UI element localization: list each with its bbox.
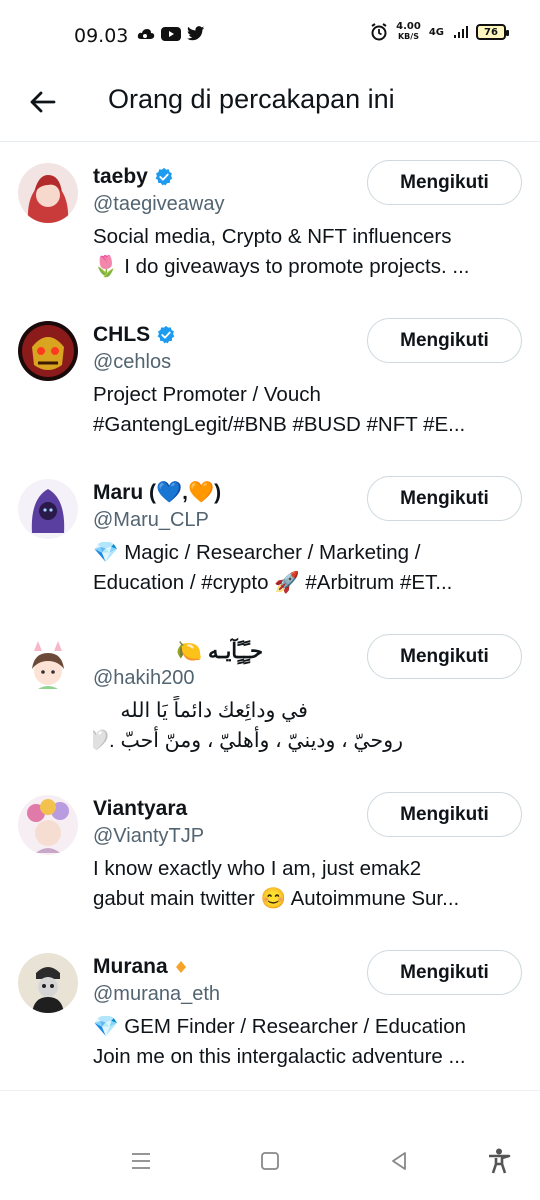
alarm-icon (371, 23, 387, 41)
following-button[interactable]: Mengikuti (367, 634, 522, 679)
following-button[interactable]: Mengikuti (367, 950, 522, 995)
signal-icon (454, 26, 468, 38)
arrow-left-icon (30, 91, 56, 113)
network-speed-value: 4.00 (396, 21, 421, 32)
back-button[interactable] (24, 84, 60, 120)
following-button[interactable]: Mengikuti (367, 792, 522, 837)
orange-diamond-icon (175, 961, 186, 973)
bio-line: Social media, Crypto & NFT influencers (93, 225, 452, 248)
avatar[interactable] (18, 795, 78, 855)
user-bio: Social media, Crypto & NFT influencers 🌷… (93, 222, 518, 282)
user-bio: 💎 Magic / Researcher / Marketing / Educa… (93, 538, 518, 598)
bio-line: I know exactly who I am, just emak2 (93, 857, 422, 880)
verified-badge-icon (155, 167, 173, 186)
app-header: Orang di percakapan ini (0, 70, 540, 142)
user-bio: 💎 GEM Finder / Researcher / Education Jo… (93, 1012, 518, 1072)
battery-level: 76 (484, 26, 498, 38)
bio-line: في ودائِعك دائماً يَا الله (120, 699, 308, 722)
following-button[interactable]: Mengikuti (367, 318, 522, 363)
verified-badge-icon (157, 325, 175, 344)
network-type: 4G (428, 26, 444, 38)
user-item[interactable]: Murana @murana_eth 💎 GEM Finder / Resear… (0, 933, 540, 1091)
user-bio: في ودائِعك دائماً يَا الله روحيّ ، وديني… (93, 696, 518, 756)
square-icon (261, 1152, 279, 1170)
bio-line: Project Promoter / Vouch (93, 383, 321, 406)
user-name: Viantyara (93, 797, 188, 820)
accessibility-button[interactable] (484, 1146, 514, 1176)
notification-icons (137, 26, 205, 41)
avatar[interactable] (18, 163, 78, 223)
network-speed-unit: KB/S (397, 32, 419, 41)
bio-line: Education / #crypto 🚀 #Arbitrum #ET... (93, 571, 453, 594)
user-item[interactable]: taeby @taegiveaway Social media, Crypto … (0, 143, 540, 301)
avatar[interactable] (18, 479, 78, 539)
system-nav-bar (0, 1090, 540, 1200)
twitter-icon (187, 26, 205, 41)
avatar[interactable] (18, 953, 78, 1013)
bio-line: روحيّ ، ودينيّ ، وأهليّ ، ومنّ أحبّ .🤍 (93, 729, 403, 752)
user-name: CHLS (93, 323, 151, 346)
system-icons: 4.00 KB/S 4G 76 (370, 22, 509, 42)
following-button[interactable]: Mengikuti (367, 160, 522, 205)
user-name: حـًٍـًٍآيـه 🍋 (176, 639, 263, 663)
status-time: 09.03 (74, 25, 129, 47)
youtube-icon (161, 26, 181, 41)
avatar[interactable] (18, 637, 78, 697)
user-list: taeby @taegiveaway Social media, Crypto … (0, 143, 540, 1091)
accessibility-icon (489, 1148, 511, 1174)
triangle-back-icon (392, 1152, 406, 1170)
menu-icon (132, 1153, 150, 1169)
page-title: Orang di percakapan ini (108, 84, 395, 114)
user-item[interactable]: CHLS @cehlos Project Promoter / Vouch #G… (0, 301, 540, 459)
bio-line: Join me on this intergalactic adventure … (93, 1045, 466, 1068)
cloud-icon (137, 28, 155, 39)
bio-line: 💎 Magic / Researcher / Marketing / (93, 541, 421, 564)
bio-line: 💎 GEM Finder / Researcher / Education (93, 1015, 467, 1038)
home-button[interactable] (255, 1146, 285, 1176)
bio-line: #GantengLegit/#BNB #BUSD #NFT #E... (93, 413, 466, 436)
back-nav-button[interactable] (384, 1146, 414, 1176)
recent-apps-button[interactable] (126, 1146, 156, 1176)
user-bio: I know exactly who I am, just emak2 gabu… (93, 854, 518, 914)
bio-line: gabut main twitter 😊 Autoimmune Sur... (93, 887, 460, 910)
user-bio: Project Promoter / Vouch #GantengLegit/#… (93, 380, 518, 440)
user-item[interactable]: Viantyara @ViantyTJP I know exactly who … (0, 775, 540, 933)
following-button[interactable]: Mengikuti (367, 476, 522, 521)
network-speed: 4.00 KB/S (396, 22, 421, 42)
bio-line: 🌷 I do giveaways to promote projects. ..… (93, 255, 470, 278)
user-name: taeby (93, 165, 148, 188)
avatar[interactable] (18, 321, 78, 381)
user-item[interactable]: حـًٍـًٍآيـه 🍋 @hakih200 في ودائِعك دائما… (0, 617, 540, 775)
user-name: Murana (93, 955, 168, 978)
user-name: Maru (💙,🧡) (93, 481, 222, 504)
battery-icon: 76 (476, 24, 509, 40)
user-item[interactable]: Maru (💙,🧡) @Maru_CLP 💎 Magic / Researche… (0, 459, 540, 617)
status-bar: 09.03 4.00 KB/S 4G 76 (0, 0, 540, 70)
